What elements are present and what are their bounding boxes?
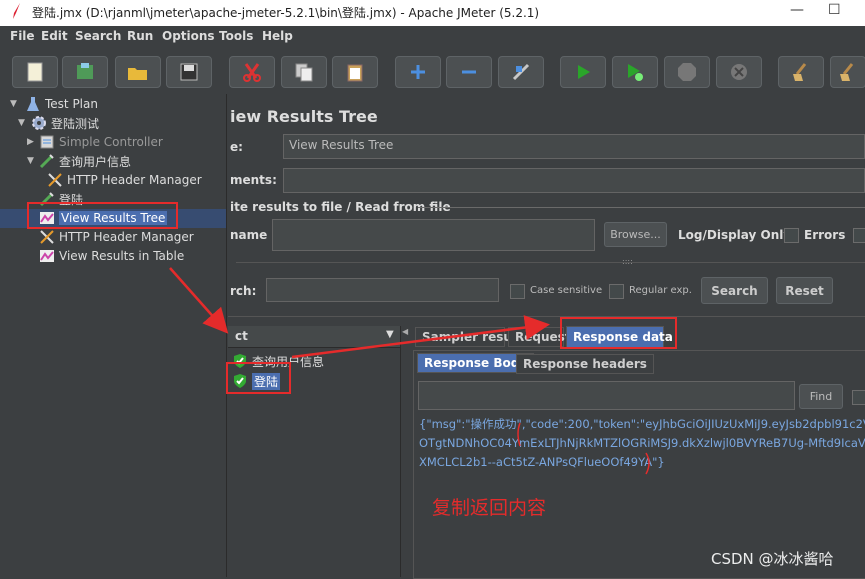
bracket-left — [517, 422, 521, 447]
arrow-result-to-tab — [291, 315, 550, 359]
bracket-right — [645, 452, 650, 475]
arrow-tree-to-result — [169, 267, 229, 334]
watermark: CSDN @冰冰酱哈 — [711, 550, 834, 568]
annotation-arrows — [169, 267, 650, 475]
